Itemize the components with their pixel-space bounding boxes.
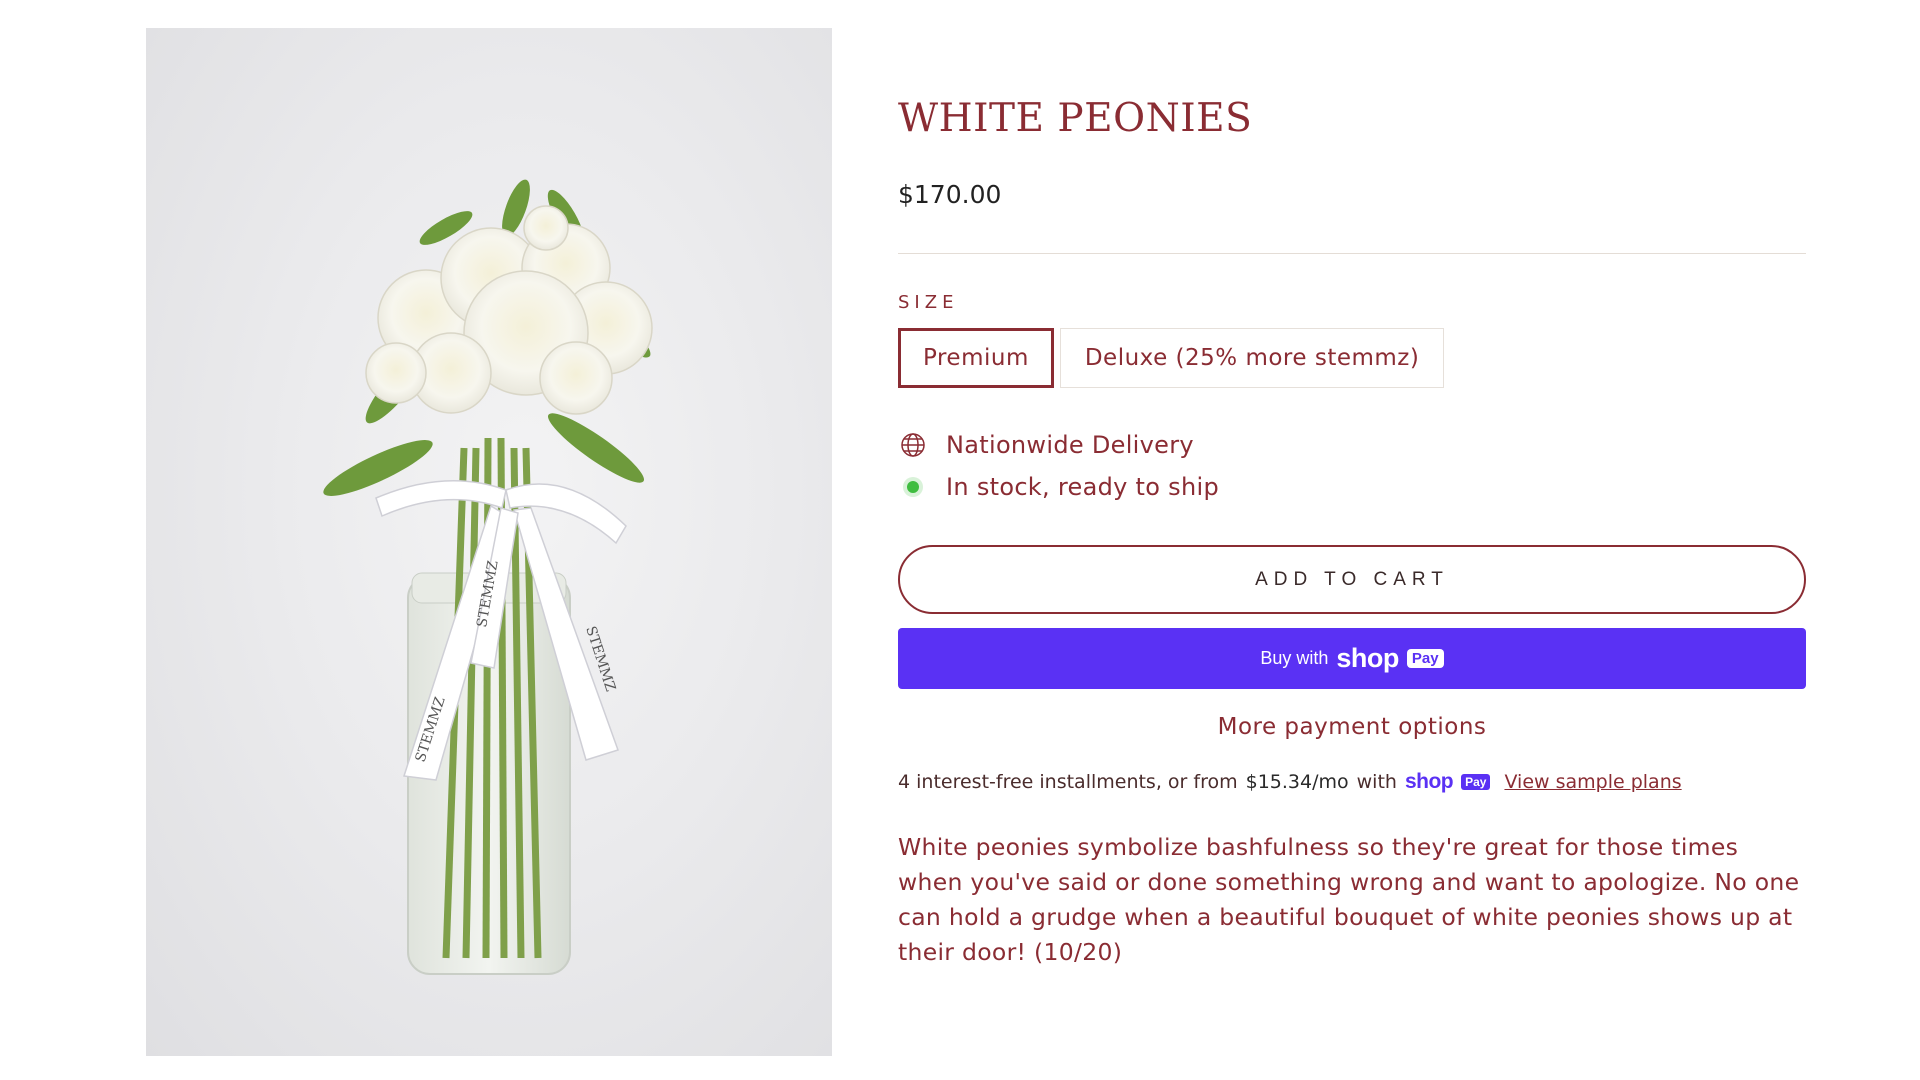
product-image[interactable]: STEMMZ STEMMZ STEMMZ (146, 28, 832, 1056)
add-to-cart-button[interactable]: ADD TO CART (898, 545, 1806, 614)
stock-status: In stock, ready to ship (898, 472, 1219, 502)
installment-price: $15.34/mo (1245, 771, 1349, 793)
size-selector: Premium Deluxe (25% more stemmz) (898, 328, 1445, 388)
delivery-text: Nationwide Delivery (946, 431, 1194, 459)
installments-text: 4 interest-free installments, or from (898, 771, 1238, 793)
installments-info: 4 interest-free installments, or from $1… (898, 770, 1682, 794)
view-sample-plans-link[interactable]: View sample plans (1504, 771, 1681, 793)
pay-small-badge: Pay (1461, 774, 1491, 790)
product-description: White peonies symbolize bashfulness so t… (898, 833, 1800, 966)
shop-pay-logo: shop (1336, 643, 1399, 673)
buy-with-label: Buy with (1260, 648, 1329, 668)
size-option-deluxe[interactable]: Deluxe (25% more stemmz) (1059, 328, 1445, 388)
more-payment-options-link[interactable]: More payment options (898, 714, 1806, 740)
in-stock-dot-icon (898, 472, 928, 502)
product-price: $170.00 (898, 180, 1002, 209)
product-title: WHITE PEONIES (898, 96, 1253, 141)
shop-pay-button[interactable]: Buy with shop Pay (898, 628, 1806, 689)
globe-icon (898, 430, 928, 460)
green-dot-icon (907, 481, 919, 493)
pay-badge: Pay (1406, 649, 1444, 668)
divider (898, 253, 1806, 254)
size-option-premium[interactable]: Premium (898, 328, 1054, 388)
product-page: STEMMZ STEMMZ STEMMZ WHITE PEONIES $170.… (0, 0, 1920, 1080)
installments-with: with (1356, 771, 1397, 793)
delivery-info: Nationwide Delivery (898, 430, 1194, 460)
peony-bouquet-illustration: STEMMZ STEMMZ STEMMZ (323, 179, 653, 975)
stock-text: In stock, ready to ship (946, 473, 1219, 501)
shop-pay-small-logo: shop (1404, 770, 1454, 793)
size-label: SIZE (898, 292, 959, 313)
